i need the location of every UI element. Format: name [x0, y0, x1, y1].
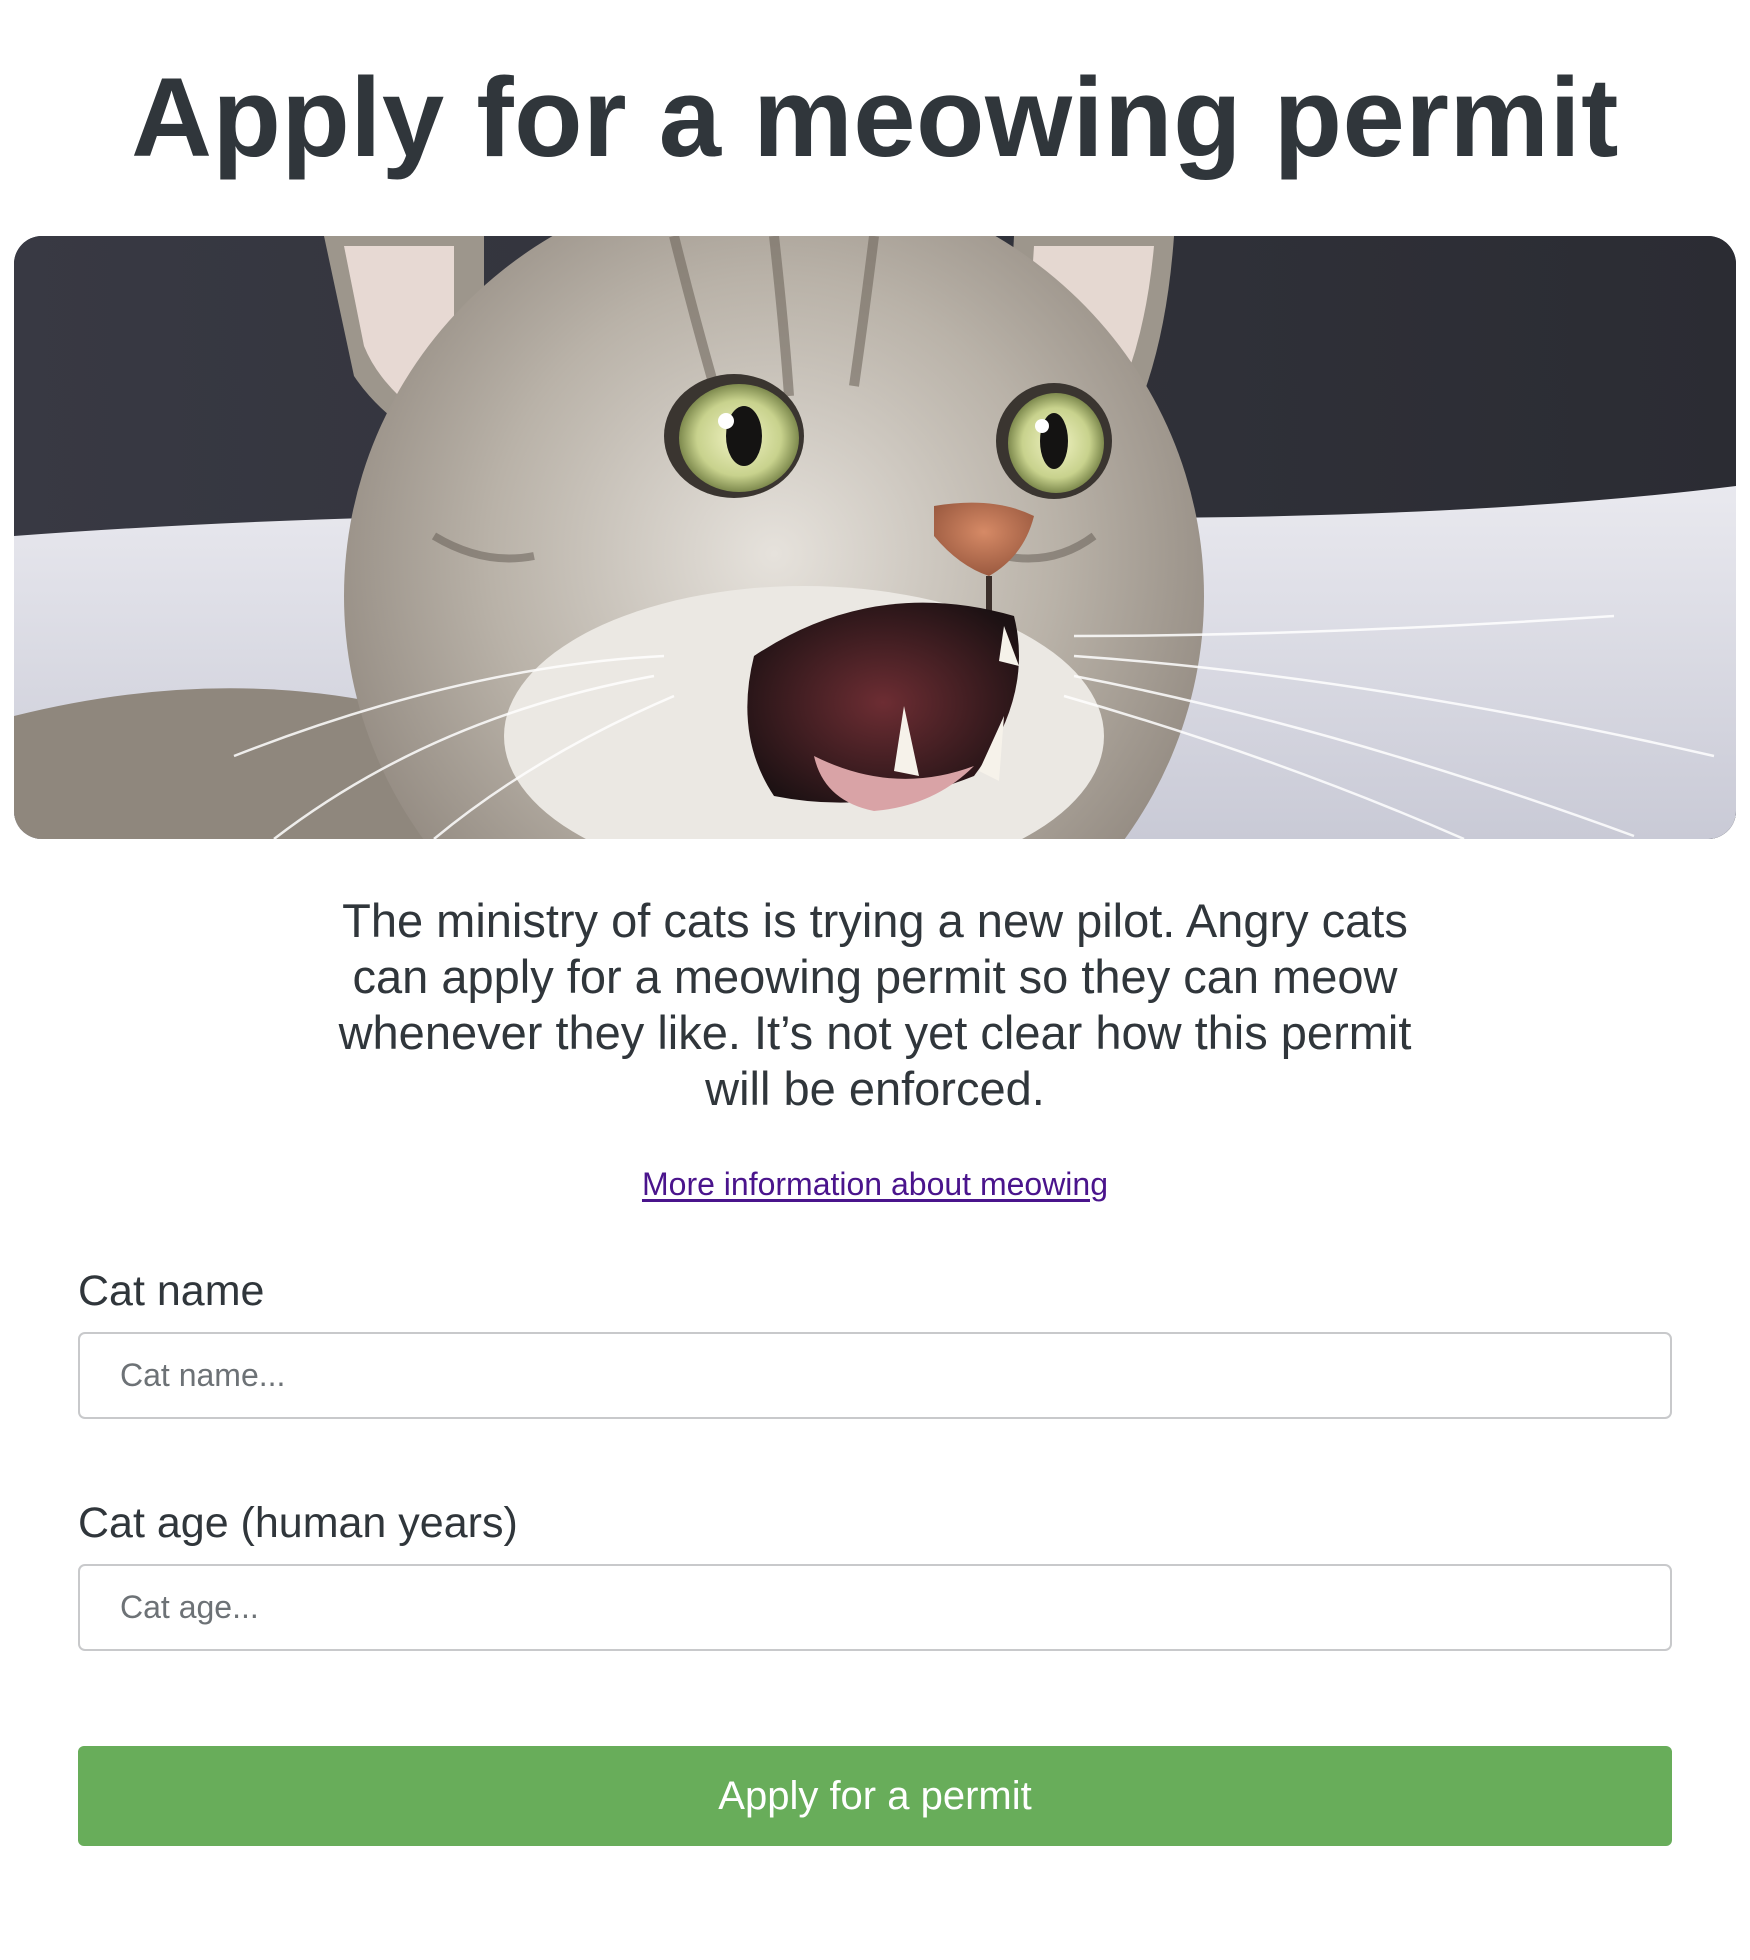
page-title: Apply for a meowing permit: [131, 55, 1619, 180]
cat-name-label: Cat name: [78, 1267, 265, 1315]
cat-age-label: Cat age (human years): [78, 1499, 518, 1547]
cat-illustration: [14, 236, 1736, 839]
apply-permit-button[interactable]: Apply for a permit: [78, 1746, 1672, 1846]
hero-cat-image: [14, 236, 1736, 839]
cat-age-input[interactable]: [78, 1564, 1672, 1651]
cat-name-input[interactable]: [78, 1332, 1672, 1419]
more-info-link-wrapper: More information about meowing: [0, 1164, 1750, 1204]
intro-text: The ministry of cats is trying a new pil…: [338, 894, 1412, 1115]
more-info-link[interactable]: More information about meowing: [642, 1166, 1108, 1202]
